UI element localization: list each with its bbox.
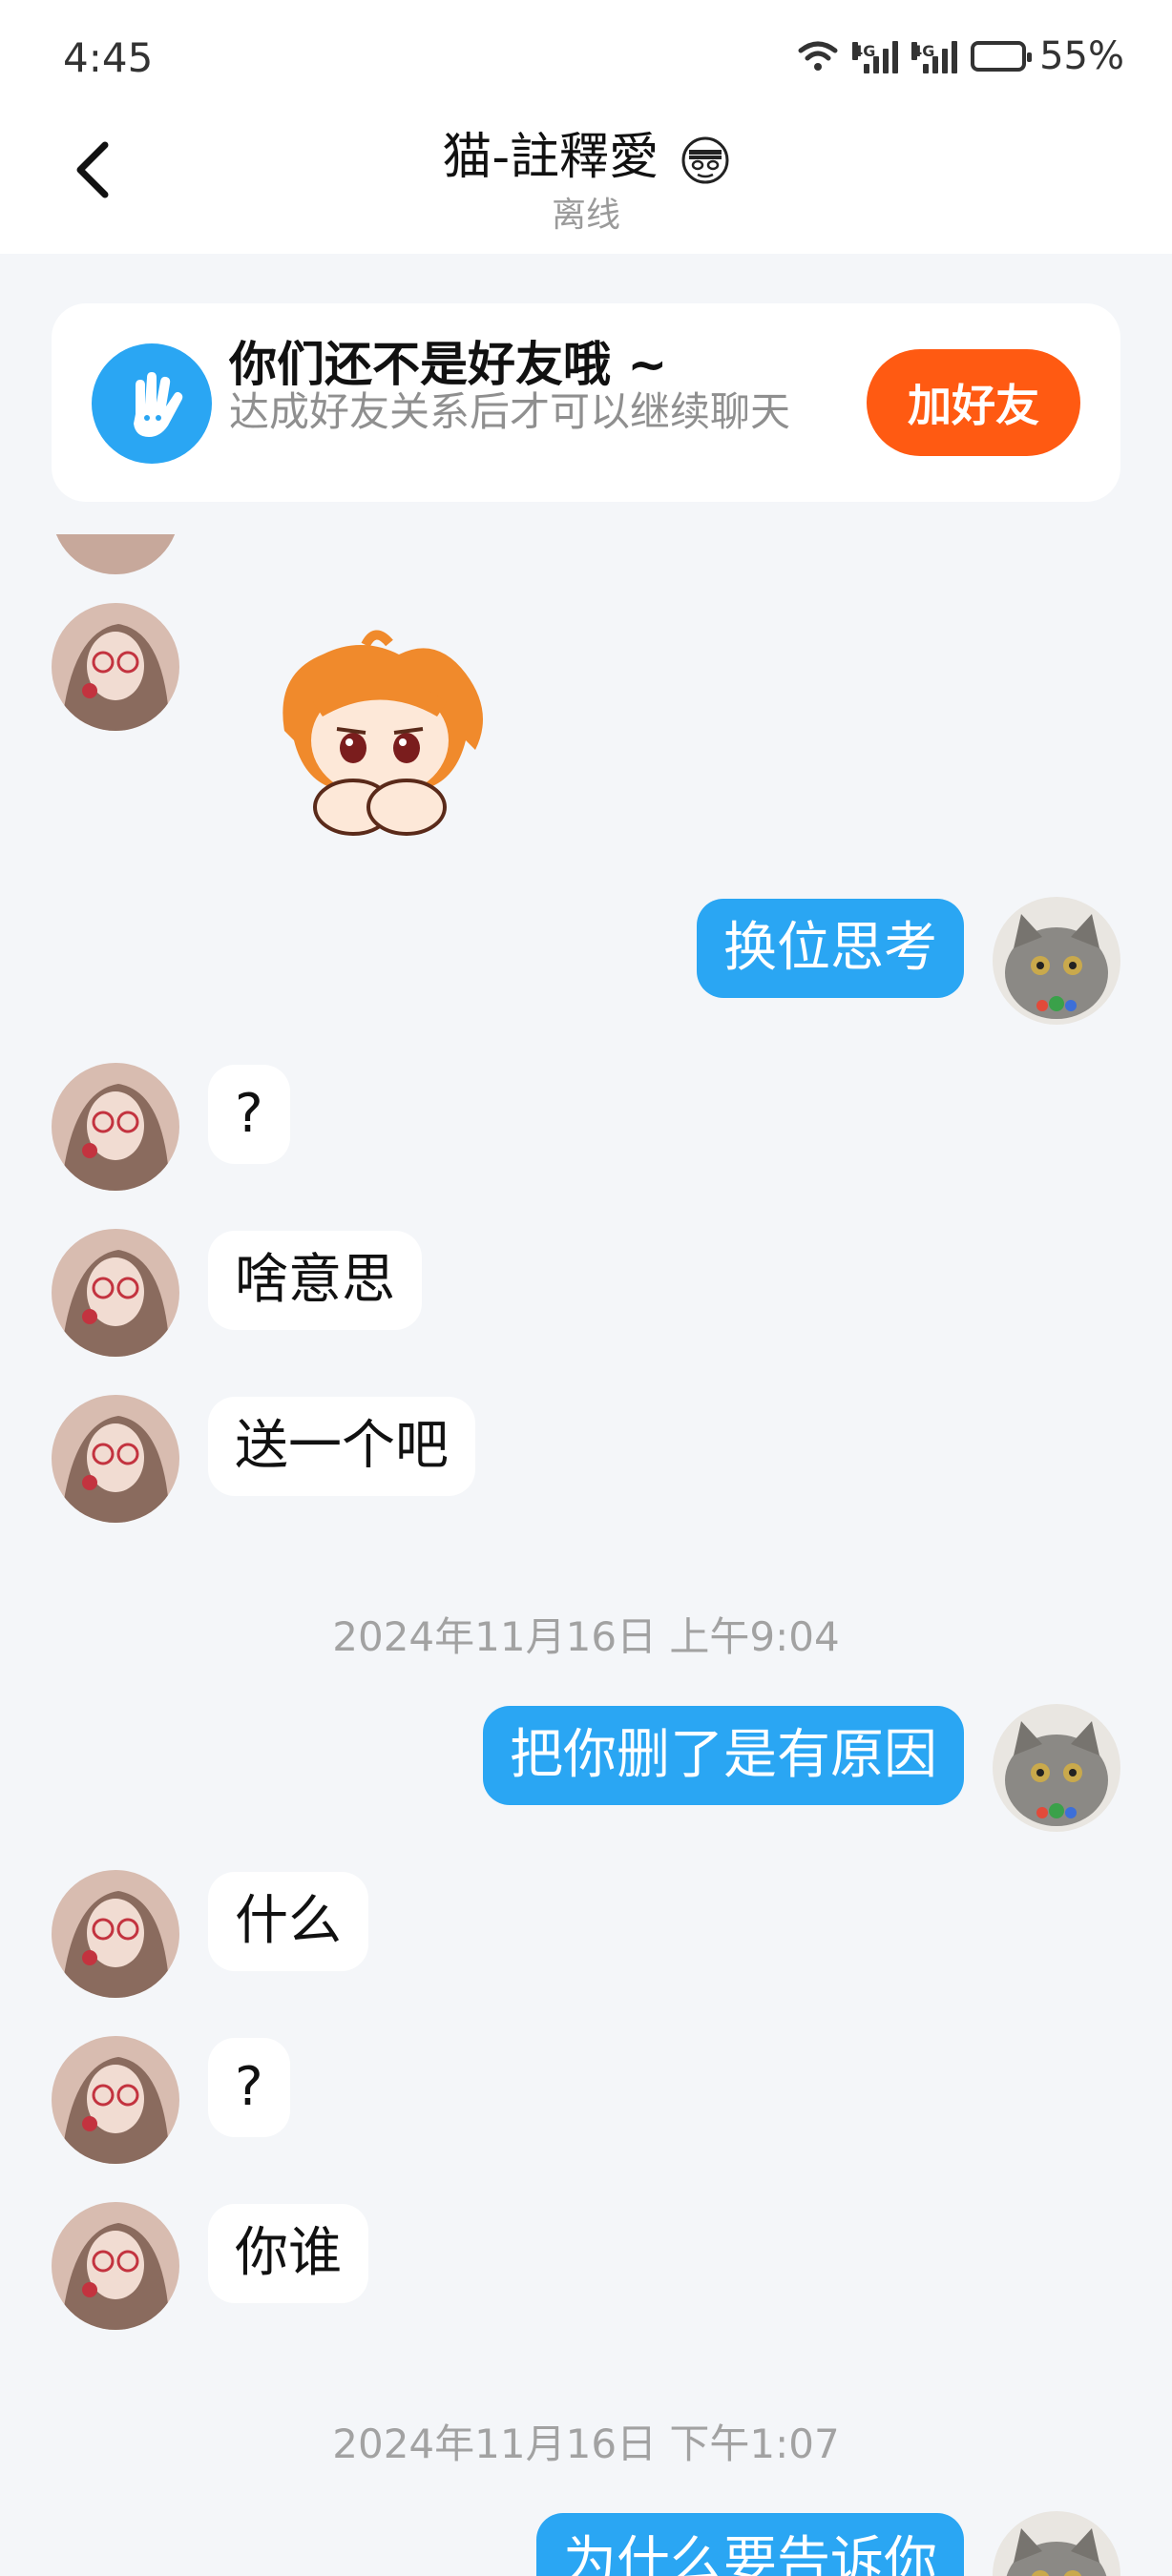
- peer-avatar[interactable]: [52, 2036, 179, 2164]
- battery-icon: [971, 41, 1033, 72]
- timestamp: 2024年11月16日 下午1:07: [332, 2420, 840, 2467]
- timestamp: 2024年11月16日 上午9:04: [332, 1613, 840, 1660]
- my-avatar[interactable]: [993, 2511, 1120, 2576]
- contact-name: 猫-註釋愛: [442, 129, 659, 186]
- message-bubble[interactable]: 啥意思: [208, 1231, 422, 1330]
- network-type-1: 4G: [852, 42, 876, 60]
- status-time: 4:45: [63, 34, 154, 81]
- banner-title: 你们还不是好友哦 ~: [229, 337, 668, 392]
- sunglasses-face-icon: [681, 136, 729, 184]
- peer-avatar[interactable]: [52, 2202, 179, 2330]
- message-list[interactable]: 换位思考 ? 啥意思 送一个吧 2024年11月16日 上午9:04 把你删了是…: [0, 534, 1172, 2576]
- signal-icon-2: 4G: [911, 39, 958, 73]
- message-bubble[interactable]: 你谁: [208, 2204, 368, 2303]
- battery-percent: 55%: [1039, 34, 1124, 78]
- wifi-icon: [798, 41, 838, 71]
- network-type-2: 4G: [911, 42, 935, 60]
- my-avatar[interactable]: [993, 1704, 1120, 1832]
- wave-hand-icon: [92, 343, 212, 464]
- chat-title: 猫-註釋愛: [0, 116, 1172, 188]
- status-icons: 4G 4G 55%: [797, 34, 1124, 78]
- message-bubble[interactable]: 把你删了是有原因: [483, 1706, 964, 1805]
- peer-avatar[interactable]: [52, 534, 179, 574]
- sticker-image[interactable]: [246, 616, 513, 855]
- peer-avatar[interactable]: [52, 1395, 179, 1523]
- message-bubble[interactable]: ?: [208, 2038, 290, 2137]
- peer-avatar[interactable]: [52, 603, 179, 731]
- message-bubble[interactable]: ?: [208, 1065, 290, 1164]
- message-bubble[interactable]: 换位思考: [697, 899, 964, 998]
- signal-icon-1: 4G: [852, 39, 899, 73]
- peer-avatar[interactable]: [52, 1870, 179, 1998]
- message-bubble[interactable]: 为什么要告诉你: [536, 2513, 964, 2576]
- chat-screen: 4:45 4G 4G 55% 猫-註釋愛 离线 你们还不是好友哦 ~ 达成好友关…: [0, 0, 1172, 2576]
- not-friend-banner: 你们还不是好友哦 ~ 达成好友关系后才可以继续聊天 加好友: [52, 303, 1120, 502]
- peer-avatar[interactable]: [52, 1063, 179, 1191]
- add-friend-button[interactable]: 加好友: [867, 349, 1080, 456]
- top-bar: 4:45 4G 4G 55% 猫-註釋愛 离线: [0, 0, 1172, 254]
- banner-subtitle: 达成好友关系后才可以继续聊天: [229, 388, 791, 435]
- peer-avatar[interactable]: [52, 1229, 179, 1357]
- my-avatar[interactable]: [993, 897, 1120, 1025]
- online-status: 离线: [551, 196, 620, 235]
- message-bubble[interactable]: 什么: [208, 1872, 368, 1971]
- message-bubble[interactable]: 送一个吧: [208, 1397, 475, 1496]
